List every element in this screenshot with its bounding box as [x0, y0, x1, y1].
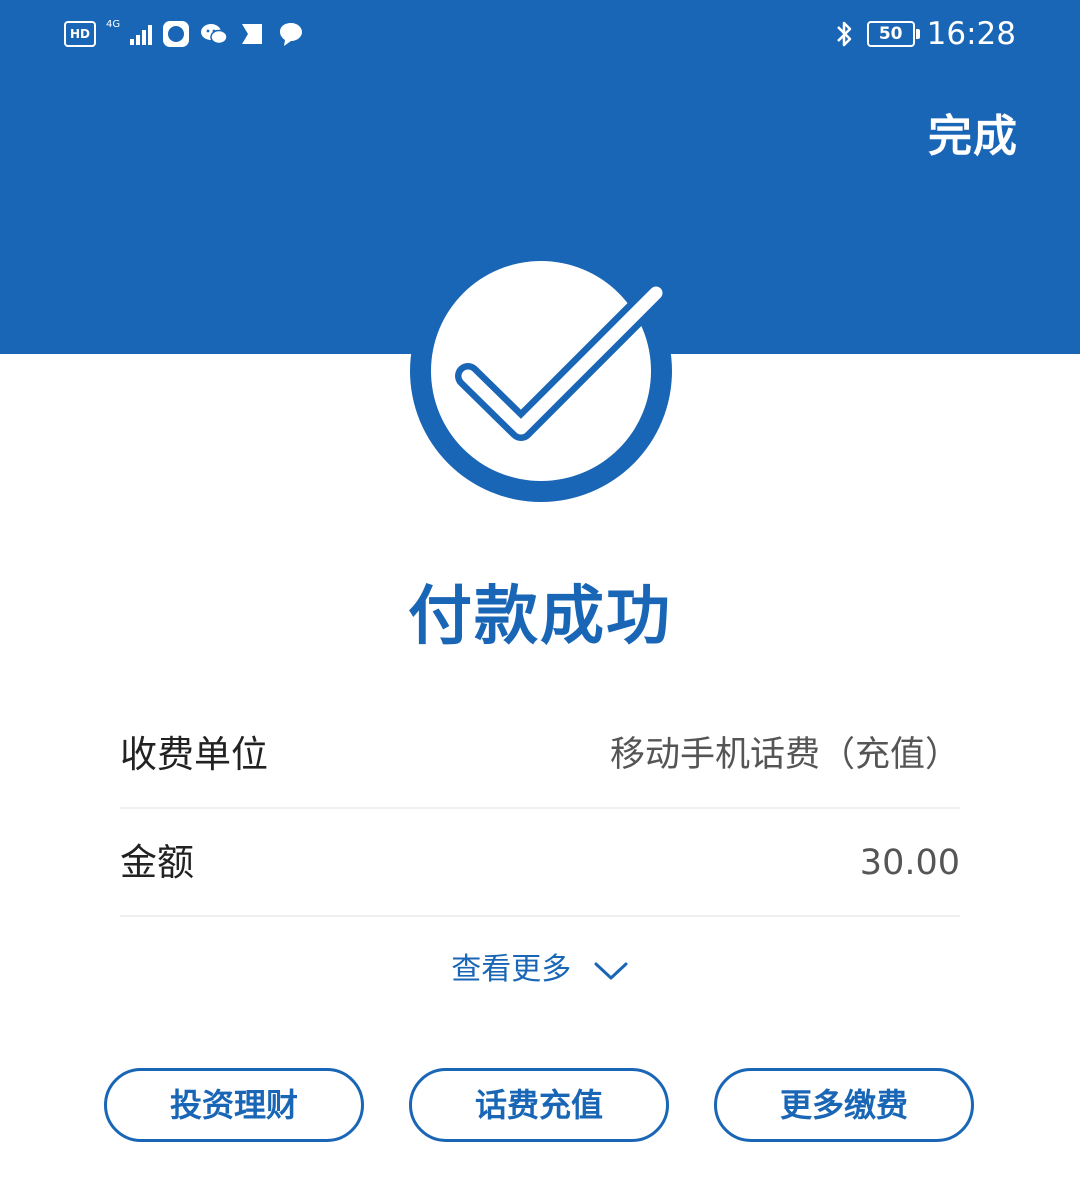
- row-label: 收费单位: [120, 733, 268, 776]
- done-button[interactable]: 完成: [928, 100, 1018, 164]
- row-label: 金额: [120, 841, 194, 884]
- status-bar: HD 4G 50 16:28: [0, 0, 1080, 70]
- view-more-label: 查看更多: [451, 952, 572, 987]
- signal-icon: [130, 23, 153, 45]
- invest-button[interactable]: 投资理财: [104, 1068, 364, 1142]
- more-payments-button[interactable]: 更多缴费: [714, 1068, 974, 1142]
- wechat-icon: [201, 24, 228, 45]
- row-value: 移动手机话费（充值）: [609, 735, 960, 775]
- check-circle-icon: [410, 240, 672, 502]
- view-more-link[interactable]: 查看更多: [0, 944, 1080, 988]
- message-icon: [280, 23, 303, 46]
- chevron-down-icon: [594, 962, 628, 979]
- detail-row-amount: 金额 30.00: [120, 811, 960, 917]
- status-left: HD 4G: [64, 16, 304, 52]
- detail-row-payee: 收费单位 移动手机话费（充值）: [120, 703, 960, 809]
- bluetooth-icon: [836, 21, 851, 47]
- app-icon: [163, 21, 190, 47]
- hd-badge: HD: [64, 21, 96, 47]
- battery-icon: 50: [866, 21, 920, 47]
- clock: 16:28: [926, 16, 1016, 52]
- app-icon: [242, 24, 263, 44]
- status-right: 50 16:28: [833, 14, 1016, 54]
- phone-recharge-button[interactable]: 话费充值: [409, 1068, 669, 1142]
- payment-success-title: 付款成功: [408, 580, 672, 654]
- network-type: 4G: [106, 19, 121, 30]
- row-value: 30.00: [859, 843, 960, 883]
